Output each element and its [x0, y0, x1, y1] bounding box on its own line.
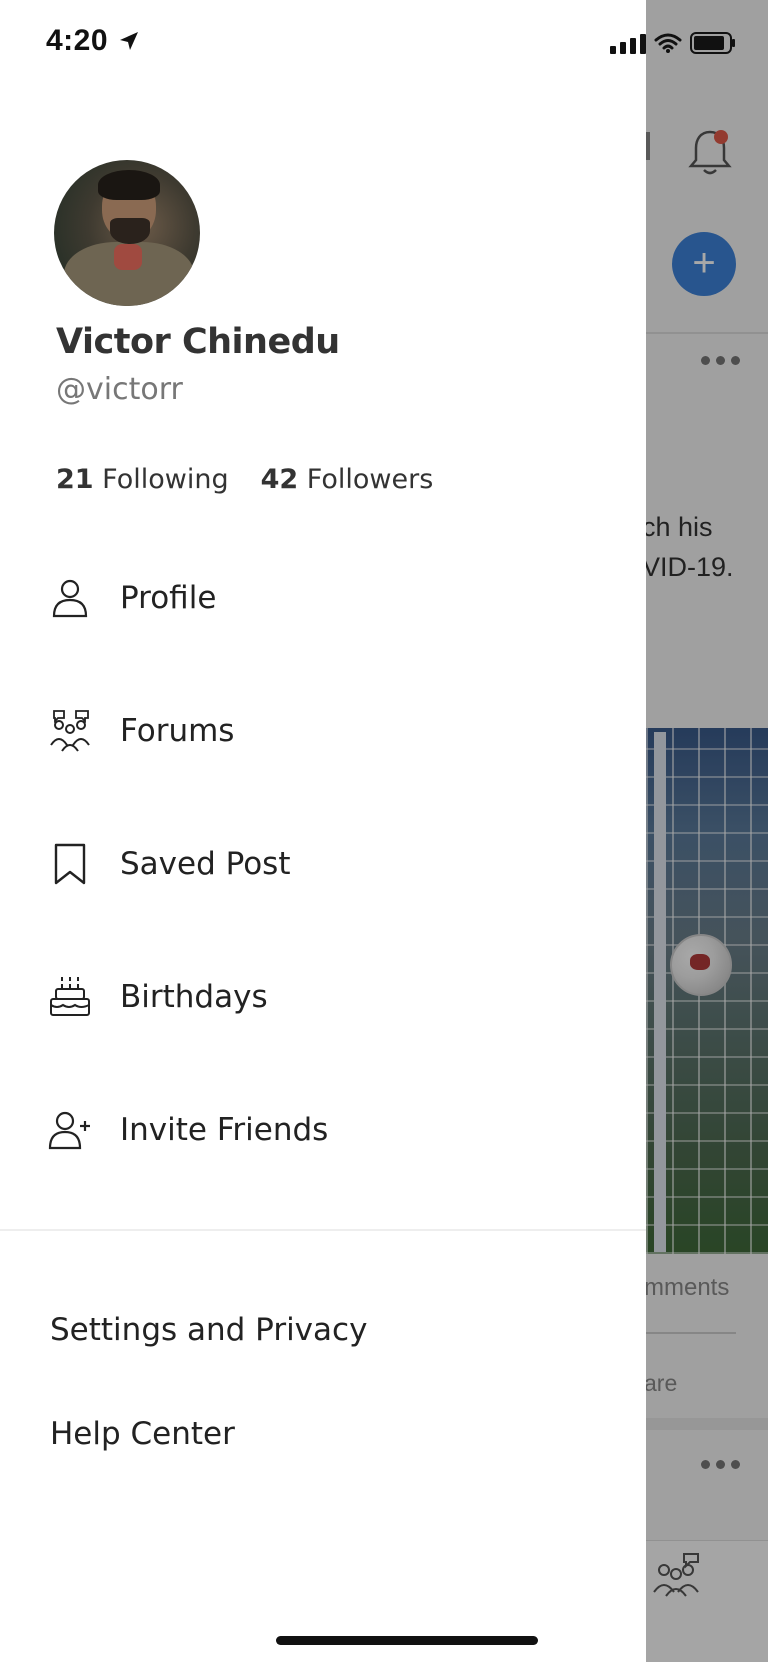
- cake-icon: [50, 977, 90, 1016]
- location-arrow-icon: [120, 32, 138, 50]
- following-stat[interactable]: 21 Following: [56, 464, 229, 495]
- drawer-divider: [0, 1229, 646, 1231]
- user-name: Victor Chinedu: [56, 322, 340, 362]
- side-drawer: Victor Chinedu @victorr 21 Following 42 …: [0, 0, 646, 1662]
- home-indicator[interactable]: [276, 1636, 538, 1645]
- menu-item-forums[interactable]: Forums: [0, 691, 646, 771]
- menu-item-label: Forums: [120, 713, 235, 749]
- menu-item-saved-post[interactable]: Saved Post: [0, 824, 646, 904]
- followers-stat[interactable]: 42 Followers: [261, 464, 434, 495]
- person-icon: [52, 579, 88, 618]
- wifi-icon: [654, 33, 682, 53]
- following-count: 21: [56, 464, 94, 495]
- status-time: 4:20: [46, 24, 109, 57]
- drawer-scrim[interactable]: [646, 0, 768, 1662]
- menu-item-label: Profile: [120, 580, 217, 616]
- menu-item-invite-friends[interactable]: Invite Friends: [0, 1090, 646, 1170]
- menu-item-profile[interactable]: Profile: [0, 558, 646, 638]
- battery-icon: [690, 32, 735, 54]
- menu-item-birthdays[interactable]: Birthdays: [0, 957, 646, 1037]
- menu-item-label: Birthdays: [120, 979, 268, 1015]
- follow-stats: 21 Following 42 Followers: [56, 464, 433, 495]
- settings-privacy-link[interactable]: Settings and Privacy: [50, 1312, 367, 1348]
- help-center-link[interactable]: Help Center: [50, 1416, 235, 1452]
- signal-icon: [610, 34, 646, 54]
- avatar[interactable]: [54, 160, 200, 306]
- forums-icon: [50, 710, 90, 752]
- add-person-icon: [48, 1111, 90, 1150]
- following-label: Following: [102, 464, 229, 495]
- followers-count: 42: [260, 464, 299, 495]
- user-handle: @victorr: [56, 372, 183, 407]
- bookmark-icon: [54, 843, 86, 885]
- followers-label: Followers: [306, 464, 434, 495]
- menu-item-label: Saved Post: [120, 846, 291, 882]
- status-bar: 4:20: [0, 0, 768, 90]
- menu-item-label: Invite Friends: [120, 1112, 329, 1148]
